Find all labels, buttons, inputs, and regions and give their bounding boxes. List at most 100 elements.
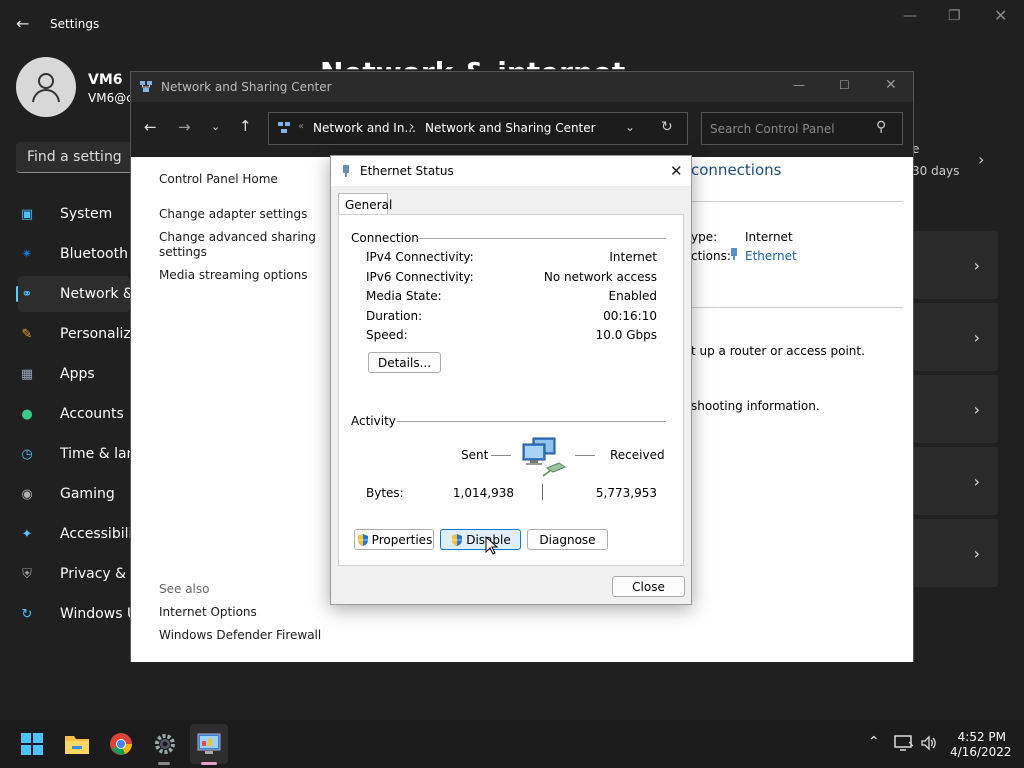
settings-card[interactable]: › [912, 303, 998, 371]
sidebar-item-gaming[interactable]: ◉ Gaming [18, 476, 130, 512]
search-control-panel[interactable]: Search Control Panel ⚲ [701, 112, 903, 145]
up-icon[interactable]: ↑ [239, 117, 252, 135]
received-line [575, 455, 595, 456]
maximize-icon[interactable]: ❐ [948, 8, 961, 24]
breadcrumb-sharing-center[interactable]: Network and Sharing Center [425, 121, 596, 135]
sent-label: Sent [461, 448, 489, 462]
taskbar-time[interactable]: 4:52 PM 4/16/2022 [950, 730, 1012, 760]
bytes-sent: 1,014,938 [452, 486, 514, 500]
details-button[interactable]: Details... [368, 352, 441, 373]
chevron-right-icon[interactable]: › [978, 150, 984, 169]
connection-row-label: Media State: [366, 289, 442, 303]
tab-general[interactable]: General [338, 193, 392, 215]
activity-label: Activity [351, 414, 396, 428]
settings-title: Settings [50, 17, 100, 31]
disable-button[interactable]: Disable [440, 529, 521, 550]
address-field[interactable]: « Network and In... › Network and Sharin… [268, 112, 688, 145]
connections-label: ctions: [691, 249, 731, 263]
media-streaming-link[interactable]: Media streaming options [159, 268, 307, 282]
divider [691, 201, 903, 202]
mouse-cursor-icon [485, 535, 499, 556]
properties-button[interactable]: Properties [354, 529, 434, 550]
uac-shield-icon [452, 533, 463, 546]
address-dropdown-icon[interactable]: ⌄ [625, 120, 635, 134]
apps-icon: ▦ [20, 366, 34, 382]
file-explorer-icon[interactable] [63, 730, 91, 758]
find-setting-input[interactable]: Find a setting [16, 142, 136, 173]
dialog-close-icon[interactable]: ✕ [670, 162, 683, 180]
cp-home-link[interactable]: Control Panel Home [159, 172, 278, 186]
ethernet-icon [341, 164, 351, 178]
sidebar-item-label: Time & lang [60, 446, 130, 462]
chevron-right-icon: › [973, 327, 980, 347]
diagnose-button[interactable]: Diagnose [527, 529, 608, 550]
settings-gear-icon[interactable] [151, 730, 179, 758]
control-panel-icon[interactable] [195, 730, 223, 758]
sidebar-item-personaliza[interactable]: ✎ Personaliza [18, 316, 130, 352]
sidebar-item-system[interactable]: ▣ System [18, 196, 130, 232]
chevron-up-icon[interactable]: ⌃ [868, 734, 880, 750]
general-tab-panel [338, 214, 684, 566]
settings-card[interactable]: › [912, 231, 998, 299]
dialog-titlebar: Ethernet Status ✕ [331, 156, 691, 186]
sidebar-item-apps[interactable]: ▦ Apps [18, 356, 130, 392]
back-icon[interactable]: ← [144, 118, 157, 136]
connections-heading: connections [691, 161, 782, 179]
bytes-divider [542, 484, 543, 500]
avatar[interactable] [16, 57, 76, 117]
divider [416, 238, 666, 239]
volume-icon[interactable] [920, 734, 938, 752]
close-icon[interactable]: ✕ [994, 6, 1007, 25]
settings-card[interactable]: › [912, 375, 998, 443]
settings-card[interactable]: › [912, 447, 998, 515]
sidebar-item-label: Network & [60, 286, 130, 302]
minimize-icon[interactable]: — [903, 8, 917, 24]
person-icon [32, 73, 60, 103]
overflow-icon[interactable]: « [298, 121, 304, 132]
ethernet-link[interactable]: Ethernet [745, 249, 797, 263]
settings-card[interactable]: › [912, 519, 998, 587]
change-adapter-link[interactable]: Change adapter settings [159, 207, 307, 221]
bytes-received: 5,773,953 [595, 486, 657, 500]
refresh-icon[interactable]: ↻ [661, 119, 673, 135]
bytes-label: Bytes: [366, 486, 404, 500]
close-button[interactable]: Close [612, 576, 685, 597]
active-indicator [201, 762, 217, 765]
ethernet-status-dialog: Ethernet Status ✕ General Connection Det… [330, 155, 692, 605]
sidebar-item-privacy-se[interactable]: ⛨ Privacy & se [18, 556, 130, 592]
internet-options-link[interactable]: Internet Options [159, 605, 257, 619]
cp-maximize-icon[interactable]: ☐ [839, 78, 850, 92]
forward-icon[interactable]: → [178, 118, 191, 136]
right-fragment-days: 30 days [912, 164, 960, 178]
chrome-icon[interactable] [107, 730, 135, 758]
sidebar-item-time-lang[interactable]: ◷ Time & lang [18, 436, 130, 472]
network-tray-icon[interactable] [894, 734, 914, 752]
advanced-sharing-link[interactable]: Change advanced sharing [159, 230, 316, 244]
sidebar-item-accounts[interactable]: ● Accounts [18, 396, 130, 432]
sidebar-item-network[interactable]: ⚭ Network & [18, 276, 130, 312]
advanced-sharing-link-2[interactable]: settings [159, 245, 207, 259]
sidebar-item-label: Accessibility [60, 526, 130, 542]
cp-addressbar: ← → ⌄ ↑ « Network and In... › Network an… [131, 102, 913, 157]
running-indicator [158, 762, 170, 765]
access-type-label: ype: [691, 230, 718, 244]
uac-shield-icon [357, 533, 368, 546]
sidebar-item-accessibility[interactable]: ✦ Accessibility [18, 516, 130, 552]
sidebar-item-label: Privacy & se [60, 566, 130, 582]
cp-close-icon[interactable]: ✕ [885, 77, 897, 93]
access-type-value: Internet [745, 230, 793, 244]
firewall-link[interactable]: Windows Defender Firewall [159, 628, 321, 642]
user-name: VM6 [88, 72, 123, 88]
sidebar-item-bluetooth[interactable]: ✴ Bluetooth & [18, 236, 130, 272]
ethernet-icon [729, 247, 739, 261]
search-icon[interactable]: ⚲ [876, 119, 886, 135]
network-center-icon [139, 80, 153, 94]
breadcrumb-network-internet[interactable]: Network and In... [313, 121, 416, 135]
back-arrow-icon[interactable]: ← [16, 14, 29, 33]
search-input[interactable]: Search Control Panel [710, 122, 835, 136]
recent-dropdown-icon[interactable]: ⌄ [211, 120, 220, 133]
start-icon[interactable] [18, 730, 46, 758]
connection-row-label: Speed: [366, 328, 408, 342]
cp-minimize-icon[interactable]: — [793, 78, 805, 92]
sidebar-item-windows-u[interactable]: ↻ Windows U [18, 596, 130, 632]
